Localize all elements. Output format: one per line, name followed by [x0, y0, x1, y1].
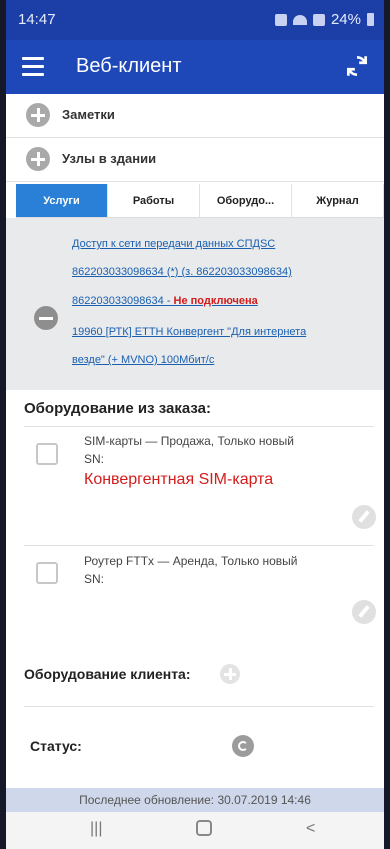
- tab-journal[interactable]: Журнал: [292, 184, 384, 217]
- tab-bar: Услуги Работы Оборудо... Журнал: [16, 184, 384, 218]
- service-number: 862203033098634 -: [72, 295, 174, 307]
- divider: [24, 545, 374, 546]
- service-link-tariff[interactable]: 19960 [РТК] ETTH Конвергент "Для интерне…: [72, 326, 306, 338]
- refresh-icon[interactable]: [344, 53, 370, 79]
- service-link-id[interactable]: 862203033098634 (*) (з. 862203033098634): [72, 266, 292, 278]
- edit-pencil-icon[interactable]: [352, 600, 376, 624]
- system-nav-bar: ||| <: [6, 812, 384, 849]
- tab-works[interactable]: Работы: [108, 184, 200, 217]
- status-bar: 14:47 24%: [6, 0, 384, 40]
- wifi-icon: [292, 14, 307, 25]
- home-icon[interactable]: [196, 820, 212, 836]
- sim-checkbox[interactable]: [36, 443, 58, 465]
- battery-text: 24%: [330, 11, 361, 28]
- nodes-label: Узлы в здании: [62, 151, 157, 166]
- service-link-status[interactable]: 862203033098634 - Не подключена: [72, 295, 258, 307]
- order-equipment-title: Оборудование из заказа:: [24, 400, 211, 417]
- notification-icon: [274, 13, 287, 26]
- app-title: Веб-клиент: [76, 55, 182, 77]
- service-link-name[interactable]: Доступ к сети передачи данных СПДSC: [72, 238, 275, 250]
- status-time: 14:47: [18, 11, 56, 28]
- collapse-minus-icon[interactable]: [34, 306, 58, 330]
- last-updated-bar: Последнее обновление: 30.07.2019 14:46: [6, 788, 384, 812]
- status-refresh-icon[interactable]: [232, 735, 254, 757]
- router-checkbox[interactable]: [36, 562, 58, 584]
- divider: [24, 706, 374, 707]
- service-status-text: Не подключена: [173, 295, 258, 307]
- sim-item-title: SIM-карты — Продажа, Только новый: [84, 434, 294, 448]
- edit-pencil-icon[interactable]: [352, 505, 376, 529]
- service-link-tariff-cont[interactable]: везде" (+ MVNO) 100Мбит/с: [72, 354, 214, 366]
- back-icon[interactable]: <: [306, 820, 315, 838]
- expand-plus-icon[interactable]: [26, 147, 50, 171]
- notes-label: Заметки: [62, 107, 115, 122]
- tab-equipment[interactable]: Оборудо...: [200, 184, 292, 217]
- status-label: Статус:: [30, 738, 82, 754]
- status-icons: 24%: [274, 11, 374, 28]
- sim-item-highlight: Конвергентная SIM-карта: [84, 471, 274, 488]
- divider: [24, 426, 374, 427]
- recent-apps-icon[interactable]: |||: [90, 820, 102, 838]
- notes-section[interactable]: Заметки: [6, 94, 384, 138]
- sim-item-sn: SN:: [84, 452, 105, 466]
- tab-services[interactable]: Услуги: [16, 184, 108, 217]
- add-client-equipment-icon[interactable]: [220, 664, 240, 684]
- router-item-sn: SN:: [84, 572, 105, 586]
- nodes-section[interactable]: Узлы в здании: [6, 138, 384, 182]
- router-item-title: Роутер FTTx — Аренда, Только новый: [84, 554, 298, 568]
- client-equipment-title: Оборудование клиента:: [24, 666, 191, 682]
- app-frame: 14:47 24% Веб-клиент Заметки Узлы в здан…: [6, 0, 384, 849]
- battery-icon: [367, 13, 374, 26]
- signal-icon: [312, 13, 325, 26]
- services-panel: Доступ к сети передачи данных СПДSC 8622…: [6, 218, 384, 390]
- expand-plus-icon[interactable]: [26, 103, 50, 127]
- app-bar: Веб-клиент: [6, 40, 384, 94]
- menu-icon[interactable]: [22, 57, 44, 77]
